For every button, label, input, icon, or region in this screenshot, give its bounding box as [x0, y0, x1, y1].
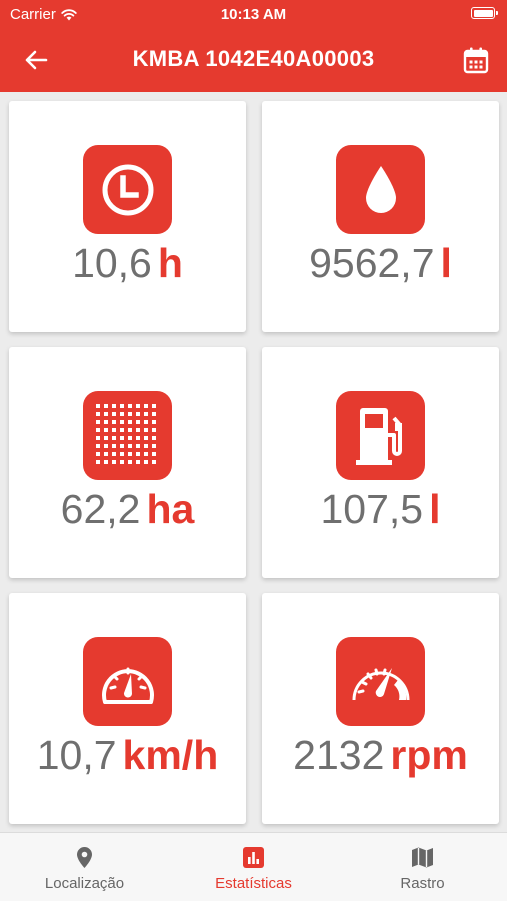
stat-metric: 2132 rpm [262, 731, 499, 779]
stat-metric: 10,7 km/h [9, 731, 246, 779]
tab-label: Localização [44, 875, 125, 892]
stat-unit: ha [146, 486, 195, 532]
stat-unit: km/h [122, 732, 219, 778]
tachometer-icon [352, 667, 409, 700]
stat-metric: 62,2 ha [9, 485, 246, 533]
drop-icon [365, 165, 396, 213]
bottom-tab-bar: Localização Estatísticas Rastro [0, 832, 507, 901]
icon-tile [83, 637, 172, 726]
stat-unit: rpm [390, 732, 468, 778]
speedometer-icon [101, 667, 154, 704]
stat-value: 2132 [293, 732, 385, 778]
icon-tile [336, 391, 425, 480]
status-bar: Carrier 10:13 AM [0, 0, 507, 28]
tab-rastro[interactable]: Rastro [338, 833, 507, 901]
icon-tile [83, 145, 172, 234]
stat-value: 62,2 [60, 486, 141, 532]
stat-unit: h [157, 240, 183, 286]
app-header: Carrier 10:13 AM KMBA 1042E40A00003 [0, 0, 507, 92]
stat-value: 10,7 [36, 732, 117, 778]
stat-card-area[interactable]: 62,2 ha [9, 347, 246, 578]
icon-tile [336, 145, 425, 234]
battery-icon [471, 7, 498, 19]
page-title: KMBA 1042E40A00003 [132, 46, 375, 71]
fuel-pump-icon [355, 407, 402, 465]
calendar-icon[interactable] [463, 46, 489, 74]
map-icon [412, 847, 433, 868]
stat-card-speed[interactable]: 10,7 km/h [9, 593, 246, 824]
stat-value: 107,5 [320, 486, 424, 532]
icon-tile [336, 637, 425, 726]
stat-unit: l [440, 240, 452, 286]
stat-metric: 9562,7 l [262, 239, 499, 287]
stat-value: 9562,7 [309, 240, 435, 286]
tab-localizacao[interactable]: Localização [0, 833, 169, 901]
stat-card-hours[interactable]: 10,6 h [9, 101, 246, 332]
grid-dots-icon [95, 403, 156, 464]
stat-card-fuel-total[interactable]: 9562,7 l [262, 101, 499, 332]
tab-label: Rastro [400, 875, 445, 892]
stat-metric: 107,5 l [262, 485, 499, 533]
stat-card-rpm[interactable]: 2132 rpm [262, 593, 499, 824]
location-pin-icon [77, 847, 92, 868]
tab-label: Estatísticas [215, 875, 292, 892]
tab-estatisticas[interactable]: Estatísticas [169, 833, 338, 901]
icon-tile [83, 391, 172, 480]
stat-value: 10,6 [72, 240, 152, 286]
bar-chart-icon [243, 847, 264, 868]
status-time: 10:13 AM [220, 6, 287, 23]
stat-card-fuel-consumption[interactable]: 107,5 l [262, 347, 499, 578]
stat-metric: 10,6 h [9, 239, 246, 287]
clock-icon [102, 164, 153, 215]
stat-unit: l [429, 486, 441, 532]
